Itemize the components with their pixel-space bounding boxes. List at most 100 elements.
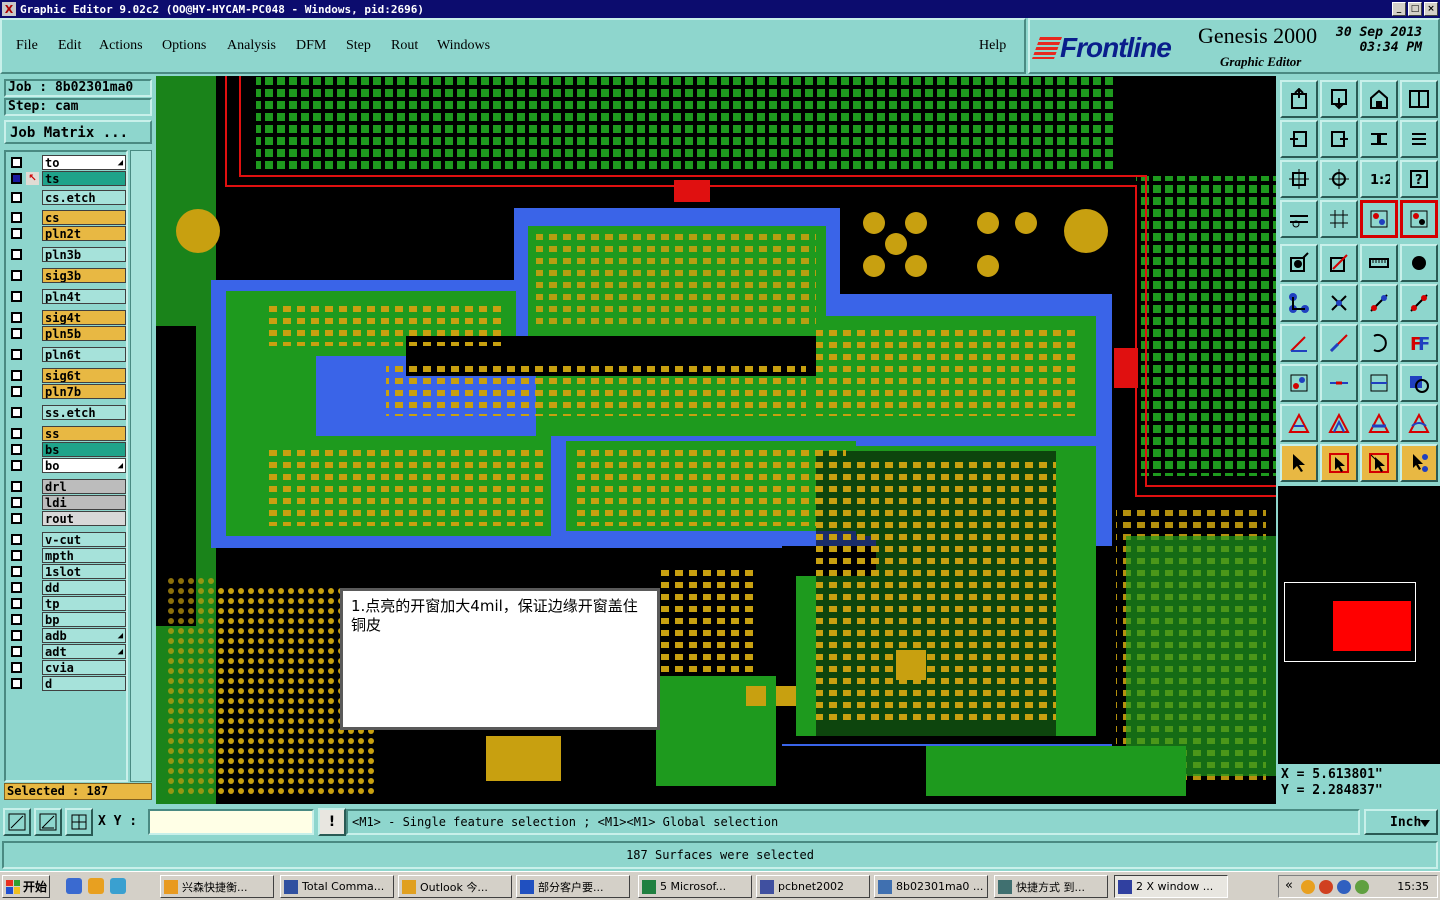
layer-display-checkbox[interactable]: [11, 550, 22, 561]
tray-chevron-icon[interactable]: «: [1285, 878, 1293, 893]
layer-display-checkbox[interactable]: [11, 386, 22, 397]
layer-name[interactable]: pln4t: [42, 289, 126, 304]
layer-display-checkbox[interactable]: [11, 630, 22, 641]
zoom-extent-button[interactable]: [3, 808, 31, 836]
layer-display-checkbox[interactable]: [11, 212, 22, 223]
layer-name[interactable]: bo ◢: [42, 458, 126, 473]
layer-display-checkbox[interactable]: [11, 497, 22, 508]
layer-display-checkbox[interactable]: [11, 444, 22, 455]
arc-button[interactable]: [1360, 324, 1398, 362]
layer-row[interactable]: sig6t: [8, 368, 126, 383]
layer-display-checkbox[interactable]: [11, 291, 22, 302]
menu-step[interactable]: Step: [346, 38, 371, 54]
layer-row[interactable]: tp: [8, 596, 126, 611]
job-matrix-button[interactable]: Job Matrix ...: [4, 120, 152, 144]
layer-name[interactable]: mpth: [42, 548, 126, 563]
text-font-button[interactable]: FF: [1400, 324, 1438, 362]
menu-dfm[interactable]: DFM: [296, 38, 326, 54]
overview-map[interactable]: [1278, 486, 1440, 764]
layer-name[interactable]: pln3b: [42, 247, 126, 262]
move-layer-down-button[interactable]: [1320, 80, 1358, 118]
menu-rout[interactable]: Rout: [391, 38, 418, 54]
layer-name[interactable]: cs: [42, 210, 126, 225]
close-button[interactable]: ×: [1424, 2, 1438, 16]
layer-row[interactable]: pln5b: [8, 326, 126, 341]
layer-display-checkbox[interactable]: [11, 407, 22, 418]
pointer-move-button[interactable]: [1360, 444, 1398, 482]
taskbar-task[interactable]: 兴森快捷衡...: [160, 875, 274, 898]
layer-name[interactable]: pln7b: [42, 384, 126, 399]
layer-row[interactable]: ss.etch: [8, 405, 126, 420]
layer-row[interactable]: bp: [8, 612, 126, 627]
home-button[interactable]: [1360, 80, 1398, 118]
cross-button[interactable]: [1320, 284, 1358, 322]
layer-row[interactable]: dd: [8, 580, 126, 595]
layer-display-checkbox[interactable]: [11, 249, 22, 260]
snap-button[interactable]: [1360, 200, 1398, 238]
taskbar-task[interactable]: 5 Microsof...: [638, 875, 752, 898]
layer-row[interactable]: mpth: [8, 548, 126, 563]
outlook-icon[interactable]: [88, 878, 104, 894]
measure-button[interactable]: [1280, 200, 1318, 238]
layer-display-checkbox[interactable]: [11, 513, 22, 524]
graphic-canvas[interactable]: 1.点亮的开窗加大4mil，保证边缘开窗盖住铜皮: [156, 76, 1276, 804]
layer-name[interactable]: ldi: [42, 495, 126, 510]
layer-row[interactable]: cs: [8, 210, 126, 225]
layer-row[interactable]: 1slot: [8, 564, 126, 579]
layer-row[interactable]: pln6t: [8, 347, 126, 362]
layer-display-checkbox[interactable]: [11, 582, 22, 593]
taskbar-task[interactable]: 2 X window ...: [1114, 875, 1228, 898]
grid-button[interactable]: [1320, 200, 1358, 238]
pointer-select-button[interactable]: [1320, 444, 1358, 482]
snap-active-button[interactable]: [1400, 200, 1438, 238]
menu-actions[interactable]: Actions: [99, 38, 143, 54]
layer-display-checkbox[interactable]: [11, 662, 22, 673]
taskbar-task[interactable]: 8b02301ma0 ...: [874, 875, 988, 898]
layer-name[interactable]: pln5b: [42, 326, 126, 341]
draw-line-button[interactable]: [1320, 324, 1358, 362]
layer-name[interactable]: sig6t: [42, 368, 126, 383]
select-feature-button[interactable]: [1400, 284, 1438, 322]
layer-display-checkbox[interactable]: [11, 173, 22, 184]
record-button[interactable]: [1400, 244, 1438, 282]
layer-row[interactable]: pln3b: [8, 247, 126, 262]
taskbar-task[interactable]: pcbnet2002: [756, 875, 870, 898]
delta-button[interactable]: [1320, 404, 1358, 442]
scale-1to2-button[interactable]: 1:2: [1360, 160, 1398, 198]
layer-row[interactable]: ↖ ts: [8, 171, 126, 186]
overlap-button[interactable]: [1400, 364, 1438, 402]
layer-row[interactable]: bo ◢: [8, 458, 126, 473]
layer-display-checkbox[interactable]: [11, 349, 22, 360]
polyline-button[interactable]: [1400, 404, 1438, 442]
maximize-button[interactable]: □: [1408, 2, 1422, 16]
layer-row[interactable]: rout: [8, 511, 126, 526]
layer-row[interactable]: ldi: [8, 495, 126, 510]
taskbar-task[interactable]: 快捷方式 到...: [994, 875, 1108, 898]
layer-name[interactable]: cs.etch: [42, 190, 126, 205]
pan-button[interactable]: [1360, 120, 1398, 158]
menu-analysis[interactable]: Analysis: [227, 38, 276, 54]
layer-row[interactable]: ss: [8, 426, 126, 441]
polygon-button[interactable]: [1360, 404, 1398, 442]
layer-display-checkbox[interactable]: [11, 534, 22, 545]
layer-name[interactable]: to ◢: [42, 155, 126, 170]
units-select[interactable]: Inch: [1364, 809, 1438, 835]
layer-list-scrollbar[interactable]: [130, 150, 152, 782]
layer-display-checkbox[interactable]: [11, 370, 22, 381]
move-layer-up-button[interactable]: [1280, 80, 1318, 118]
layer-row[interactable]: pln2t: [8, 226, 126, 241]
layer-name[interactable]: adb ◢: [42, 628, 126, 643]
layer-name[interactable]: v-cut: [42, 532, 126, 547]
layer-row[interactable]: cvia: [8, 660, 126, 675]
layer-display-checkbox[interactable]: [11, 598, 22, 609]
triangle-button[interactable]: [1280, 404, 1318, 442]
start-button[interactable]: 开始: [2, 875, 50, 898]
layer-display-checkbox[interactable]: [11, 328, 22, 339]
tray-update-icon[interactable]: [1355, 880, 1369, 894]
layer-row[interactable]: bs: [8, 442, 126, 457]
layer-name[interactable]: drl: [42, 479, 126, 494]
help-button[interactable]: ?: [1400, 160, 1438, 198]
layer-display-checkbox[interactable]: [11, 312, 22, 323]
angle-measure-button[interactable]: [34, 808, 62, 836]
window-split-button[interactable]: [1400, 80, 1438, 118]
